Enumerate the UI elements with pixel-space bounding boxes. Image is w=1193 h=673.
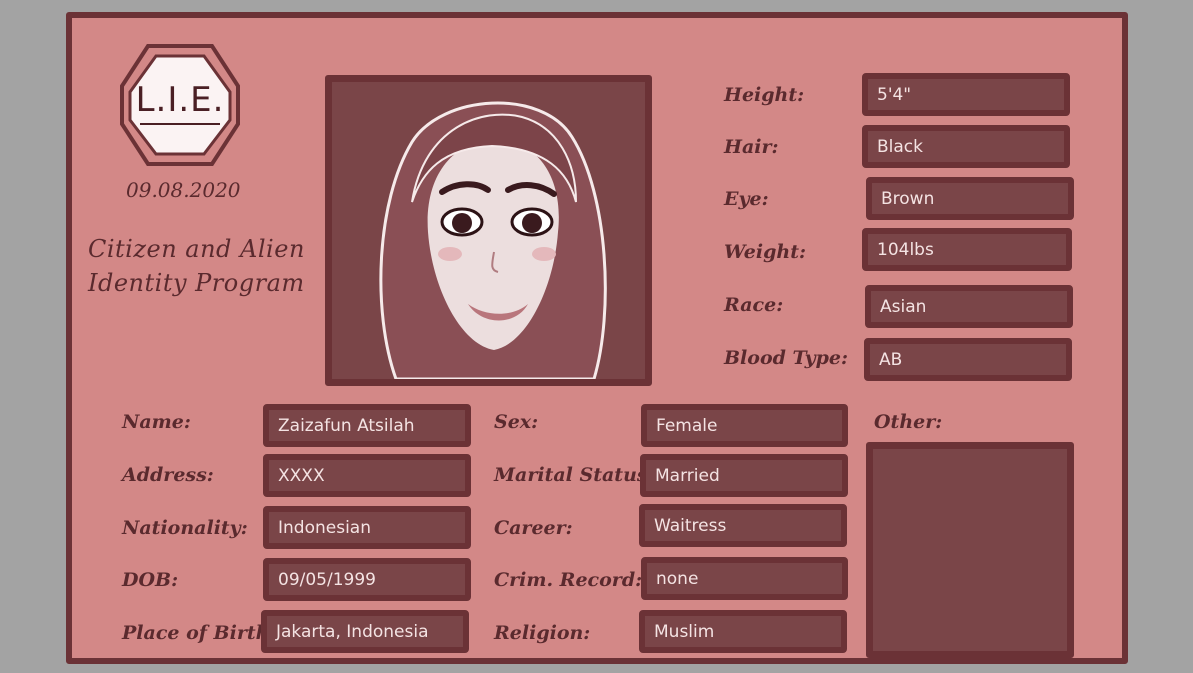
issue-date: 09.08.2020 <box>126 178 241 202</box>
race-field[interactable]: Asian <box>865 285 1073 328</box>
program-title-line1: Citizen and Alien <box>88 235 305 263</box>
address-field[interactable]: XXXX <box>263 454 471 497</box>
other-field[interactable] <box>866 442 1074 658</box>
program-title: Citizen and Alien Identity Program <box>88 232 305 300</box>
weight-label: Weight: <box>724 241 806 263</box>
nationality-label: Nationality: <box>122 517 248 539</box>
eye-field[interactable]: Brown <box>866 177 1074 220</box>
blood-type-field[interactable]: AB <box>864 338 1072 381</box>
nationality-field[interactable]: Indonesian <box>263 506 471 549</box>
sex-field[interactable]: Female <box>641 404 848 447</box>
other-label: Other: <box>874 411 943 433</box>
place-of-birth-field[interactable]: Jakarta, Indonesia <box>261 610 469 653</box>
dob-label: DOB: <box>122 569 179 591</box>
career-field[interactable]: Waitress <box>639 504 847 547</box>
height-label: Height: <box>724 84 805 106</box>
religion-field[interactable]: Muslim <box>639 610 847 653</box>
height-field[interactable]: 5'4" <box>862 73 1070 116</box>
blood-type-label: Blood Type: <box>724 347 849 369</box>
religion-label: Religion: <box>494 622 591 644</box>
crim-record-label: Crim. Record: <box>494 569 643 591</box>
race-label: Race: <box>724 294 784 316</box>
sex-label: Sex: <box>494 411 539 433</box>
portrait-photo <box>325 75 652 386</box>
hair-field[interactable]: Black <box>862 125 1070 168</box>
eye-label: Eye: <box>724 188 769 210</box>
marital-status-field[interactable]: Married <box>640 454 848 497</box>
place-of-birth-label: Place of Birth: <box>122 622 277 644</box>
dob-field[interactable]: 09/05/1999 <box>263 558 471 601</box>
weight-field[interactable]: 104lbs <box>862 228 1072 271</box>
hair-label: Hair: <box>724 136 779 158</box>
portrait-illustration <box>332 82 645 379</box>
career-label: Career: <box>494 517 573 539</box>
address-label: Address: <box>122 464 214 486</box>
crim-record-field[interactable]: none <box>641 557 848 600</box>
name-label: Name: <box>122 411 191 433</box>
program-title-line2: Identity Program <box>88 269 305 297</box>
marital-status-label: Marital Status: <box>494 464 655 486</box>
name-field[interactable]: Zaizafun Atsilah <box>263 404 471 447</box>
logo-text: L.I.E. <box>135 80 225 120</box>
